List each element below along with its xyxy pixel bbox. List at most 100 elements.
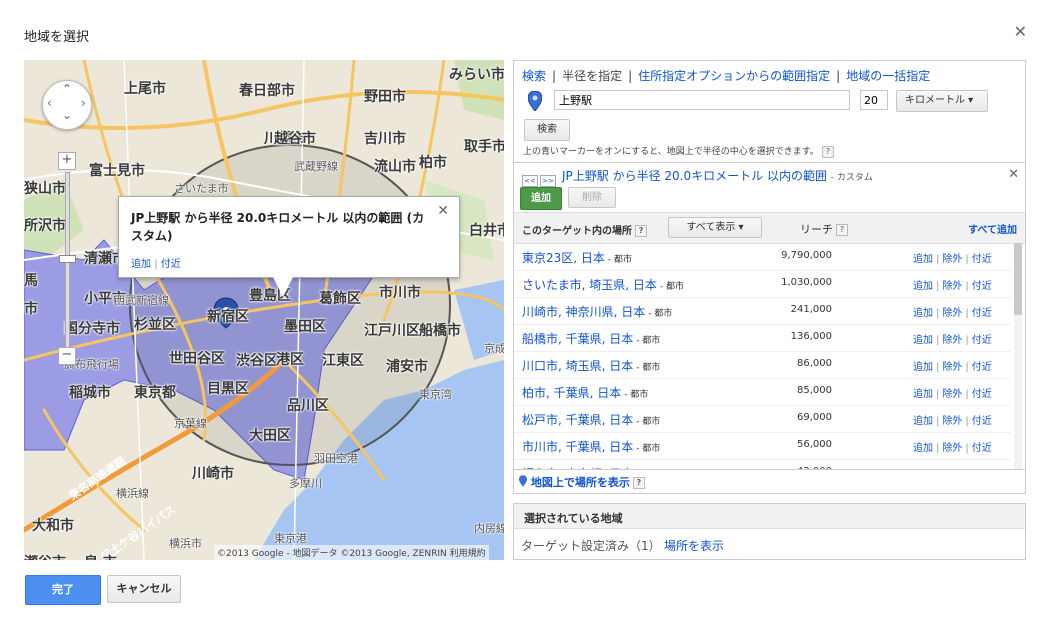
location-name[interactable]: 東京23区, 日本 - 都市	[522, 249, 632, 266]
pan-left-icon[interactable]: ‹	[47, 96, 52, 110]
location-name[interactable]: 松戸市, 千葉県, 日本 - 都市	[522, 411, 660, 428]
location-name[interactable]: 川崎市, 神奈川県, 日本 - 都市	[522, 303, 672, 320]
search-button[interactable]: 検索	[524, 119, 570, 141]
location-name[interactable]: 船橋市, 千葉県, 日本 - 都市	[522, 330, 660, 347]
bubble-near-link[interactable]: 付近	[161, 259, 181, 270]
row-add-link[interactable]: 追加	[913, 281, 933, 292]
row-actions: 追加|除外|付近	[913, 331, 992, 346]
row-separator: |	[936, 443, 940, 454]
zoom-in-button[interactable]: +	[58, 152, 76, 170]
location-name-text[interactable]: 松戸市, 千葉県, 日本	[522, 413, 633, 427]
row-exclude-link[interactable]: 除外	[942, 443, 962, 454]
zoom-slider-knob[interactable]	[59, 255, 76, 263]
row-exclude-link[interactable]: 除外	[942, 254, 962, 265]
divider	[514, 162, 1025, 163]
selected-target-close-icon[interactable]: ✕	[1008, 167, 1019, 182]
row-add-link[interactable]: 追加	[913, 389, 933, 400]
help-icon[interactable]: ?	[635, 225, 647, 237]
bubble-close-icon[interactable]: ✕	[437, 203, 449, 219]
row-exclude-link[interactable]: 除外	[942, 416, 962, 427]
row-add-link[interactable]: 追加	[913, 416, 933, 427]
location-name[interactable]: さいたま市, 埼玉県, 日本 - 都市	[522, 276, 684, 293]
cancel-button[interactable]: キャンセル	[107, 575, 181, 603]
row-exclude-link[interactable]: 除外	[942, 389, 962, 400]
delete-button: 削除	[568, 187, 616, 208]
row-exclude-link[interactable]: 除外	[942, 281, 962, 292]
row-near-link[interactable]: 付近	[972, 416, 992, 427]
location-input[interactable]	[554, 90, 850, 110]
map-place-label: 白井市	[469, 223, 504, 239]
row-near-link[interactable]: 付近	[972, 335, 992, 346]
location-name-text[interactable]: 市川市, 千葉県, 日本	[522, 440, 633, 454]
row-exclude-link[interactable]: 除外	[942, 362, 962, 373]
map-place-label: 武蔵野線	[294, 160, 338, 173]
map-place-label: 稲城市	[69, 385, 111, 401]
pan-right-icon[interactable]: ›	[81, 96, 86, 110]
show-on-map-link[interactable]: 地図上で場所を表示?	[519, 474, 645, 490]
location-name-text[interactable]: 川口市, 埼玉県, 日本	[522, 359, 633, 373]
bubble-separator: |	[154, 259, 158, 270]
map-place-label: 越谷市	[274, 131, 316, 147]
mode-search-link[interactable]: 検索	[522, 69, 546, 83]
location-name-text[interactable]: 東京23区, 日本	[522, 251, 605, 265]
pan-down-icon[interactable]: ⌄	[62, 108, 72, 122]
row-near-link[interactable]: 付近	[972, 281, 992, 292]
row-add-link[interactable]: 追加	[913, 443, 933, 454]
zoom-out-button[interactable]: −	[58, 347, 76, 365]
row-add-link[interactable]: 追加	[913, 335, 933, 346]
pan-up-icon[interactable]: ⌃	[62, 82, 72, 96]
help-icon[interactable]: ?	[836, 224, 848, 236]
mode-address-link[interactable]: 住所指定オプションからの範囲指定	[638, 69, 830, 83]
next-icon[interactable]: >>	[540, 175, 556, 187]
mode-bulk-link[interactable]: 地域の一括指定	[846, 69, 930, 83]
row-separator: |	[965, 416, 969, 427]
location-name[interactable]: 市川市, 千葉県, 日本 - 都市	[522, 438, 660, 455]
row-near-link[interactable]: 付近	[972, 389, 992, 400]
location-type: - 都市	[659, 282, 685, 292]
help-icon[interactable]: ?	[821, 145, 834, 158]
row-near-link[interactable]: 付近	[972, 308, 992, 319]
location-name-text[interactable]: さいたま市, 埼玉県, 日本	[522, 278, 657, 292]
show-on-map-text[interactable]: 地図上で場所を表示	[531, 476, 630, 489]
radius-input[interactable]	[860, 90, 888, 110]
location-name-text[interactable]: 川崎市, 神奈川県, 日本	[522, 305, 645, 319]
location-name-text[interactable]: 船橋市, 千葉県, 日本	[522, 332, 633, 346]
row-add-link[interactable]: 追加	[913, 254, 933, 265]
help-icon[interactable]: ?	[632, 477, 645, 489]
location-name-text[interactable]: 柏市, 千葉県, 日本	[522, 386, 621, 400]
unit-select[interactable]: キロメートル ▾	[896, 90, 988, 112]
blue-marker-icon[interactable]	[528, 91, 542, 111]
add-all-link[interactable]: すべて追加	[968, 221, 1017, 236]
row-add-link[interactable]: 追加	[913, 362, 933, 373]
location-name[interactable]: 川口市, 埼玉県, 日本 - 都市	[522, 357, 660, 374]
map-place-label: 墨田区	[284, 319, 326, 335]
selected-target-text[interactable]: JP上野駅 から半径 20.0キロメートル 以内の範囲	[562, 169, 827, 183]
map[interactable]: 上尾市 春日部市 野田市 みらい市 川越市 越谷市 吉川市 取手市 富士見市 武蔵野線 流山市 柏市さ…	[24, 60, 504, 560]
show-locations-link[interactable]: 場所を表示	[664, 537, 724, 554]
header-reach-text: リーチ	[800, 223, 833, 236]
mode-radius-label[interactable]: 半径を指定	[562, 69, 622, 83]
scrollbar-thumb[interactable]	[1014, 243, 1022, 315]
location-name[interactable]: 柏市, 千葉県, 日本 - 都市	[522, 384, 648, 401]
map-place-label: 野田市	[364, 89, 406, 105]
bubble-add-link[interactable]: 追加	[131, 259, 151, 270]
dialog-close-icon[interactable]: ✕	[1014, 22, 1027, 41]
row-add-link[interactable]: 追加	[913, 308, 933, 319]
scrollbar[interactable]	[1014, 243, 1022, 469]
location-type: - 都市	[636, 444, 661, 454]
map-pan-control[interactable]: ⌃ ‹ › ⌄	[42, 80, 92, 130]
selected-target-title[interactable]: JP上野駅 から半径 20.0キロメートル 以内の範囲 - カスタム	[562, 167, 873, 184]
row-separator: |	[936, 254, 940, 265]
row-exclude-link[interactable]: 除外	[942, 308, 962, 319]
map-attribution[interactable]: ©2013 Google - 地図データ ©2013 Google, ZENRI…	[214, 545, 489, 560]
prev-icon[interactable]: <<	[522, 175, 538, 187]
row-near-link[interactable]: 付近	[972, 362, 992, 373]
add-button[interactable]: 追加	[520, 187, 562, 210]
row-exclude-link[interactable]: 除外	[942, 335, 962, 346]
map-place-label: 富士見市	[89, 163, 145, 179]
done-button[interactable]: 完了	[25, 575, 101, 605]
row-near-link[interactable]: 付近	[972, 443, 992, 454]
row-actions: 追加|除外|付近	[913, 358, 992, 373]
show-all-select[interactable]: すべて表示 ▾	[668, 217, 762, 238]
row-near-link[interactable]: 付近	[972, 254, 992, 265]
